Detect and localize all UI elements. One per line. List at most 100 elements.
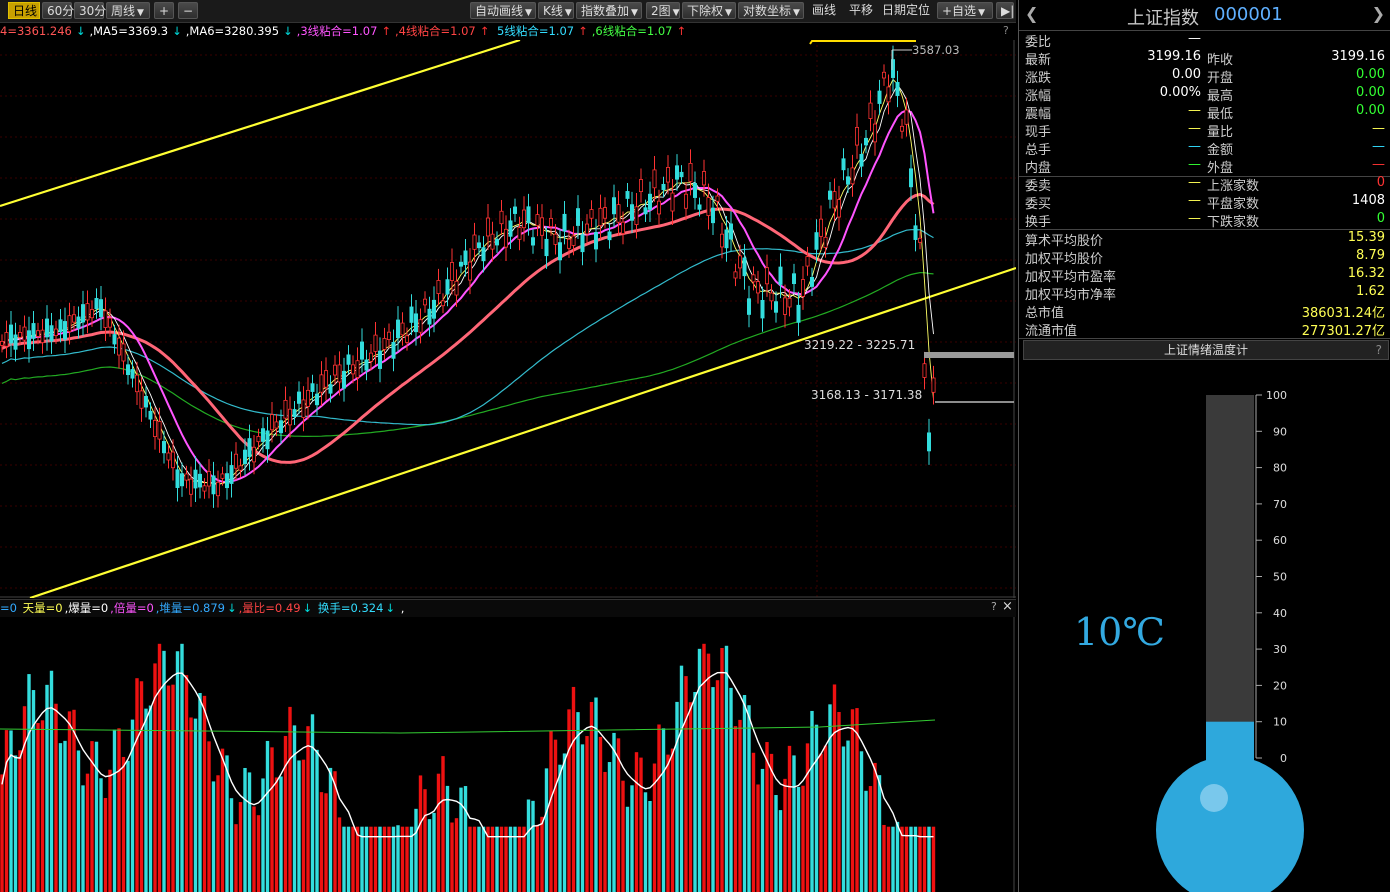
candlestick-chart[interactable]: 3587.03 3219.22 - 3225.71 3168.13 - 3171.3… <box>0 40 1016 598</box>
volume-bar <box>625 806 630 892</box>
candle <box>364 349 369 381</box>
quote-v2: 0.00 <box>1356 85 1385 100</box>
quote-v2: — <box>1372 139 1385 154</box>
main-help-button[interactable]: ? <box>1003 24 1009 37</box>
candle <box>436 268 441 306</box>
volume-bar <box>846 740 850 892</box>
volume-bar <box>13 755 18 892</box>
vol_legend-item: 换手=0.324 <box>314 601 384 615</box>
stat-row: 加权平均市净率 1.62 <box>1019 284 1390 303</box>
toolbar-item-8[interactable]: 指数叠加 ▼ <box>576 2 642 19</box>
toolbar-item-15[interactable]: +自选 ▼ <box>937 2 993 19</box>
prev-stock-icon[interactable]: ❮ <box>1025 4 1038 23</box>
candle <box>693 171 698 210</box>
gauge-help-button[interactable]: ? <box>1376 341 1382 359</box>
volume-bar <box>472 826 477 892</box>
gauge-tick-label: 30 <box>1273 643 1287 656</box>
candle <box>882 64 887 86</box>
toolbar-item-9[interactable]: 2图 ▼ <box>646 2 680 19</box>
quote-v2: 0.00 <box>1356 67 1385 82</box>
candle <box>850 154 855 197</box>
quote-k1: 换手 <box>1025 215 1052 230</box>
candle <box>783 284 788 328</box>
volume-bar <box>234 824 238 892</box>
volume-bar <box>675 701 679 892</box>
candle <box>670 179 675 225</box>
volume-bar <box>310 714 315 892</box>
volume-bar <box>81 785 85 892</box>
candle <box>355 347 360 391</box>
toolbar-item-0[interactable]: 日线 <box>8 2 40 19</box>
volume-bar <box>427 819 432 892</box>
volume-bar <box>216 775 220 892</box>
vol_legend-item: 天量=0 <box>18 601 63 615</box>
candle <box>188 466 193 507</box>
toolbar-item-5[interactable]: − <box>178 2 198 19</box>
volume-bar <box>121 756 126 892</box>
quote-v2: 0 <box>1376 211 1385 226</box>
toolbar-item-label: 60分 <box>47 4 75 18</box>
candle <box>99 286 104 331</box>
quote-k1: 现手 <box>1025 125 1052 140</box>
stat-value: 386031.24亿 <box>1301 306 1385 321</box>
volume-bar <box>337 817 342 892</box>
toolbar-item-1[interactable]: 60分 <box>42 2 75 19</box>
toolbar-item-12[interactable]: 画线 <box>808 2 842 19</box>
volume-bar <box>891 826 895 892</box>
volume-bar <box>54 703 58 892</box>
quote-row: 涨幅 0.00% 最高 0.00 <box>1019 85 1390 104</box>
volume-bar <box>31 690 36 892</box>
toolbar-item-3[interactable]: 周线 ▼ <box>106 2 150 19</box>
next-stock-icon[interactable]: ❯ <box>1372 4 1385 23</box>
toolbar-item-label: 对数坐标 <box>743 4 792 18</box>
candle <box>211 461 216 508</box>
candle <box>377 337 382 383</box>
volume-bar <box>900 826 904 892</box>
candle <box>742 244 747 290</box>
candle <box>341 357 346 402</box>
toolbar-item-4[interactable]: + <box>154 2 174 19</box>
ma-legend: 4=3361.246 ↓ ,MA5=3369.3 ↓ ,MA6=3280.395 ↓ ,3线… <box>0 23 1016 39</box>
toolbar-item-11[interactable]: 对数坐标 ▼ <box>738 2 804 19</box>
stat-value: 1.62 <box>1356 284 1385 299</box>
toolbar-item-label: 2图 <box>651 4 671 18</box>
stat-value: 15.39 <box>1347 230 1385 245</box>
volume-chart[interactable] <box>0 617 1016 892</box>
volume-bar <box>661 728 666 892</box>
volume-bar <box>882 824 886 892</box>
volume-bar <box>40 720 45 892</box>
volume-bar <box>432 812 436 892</box>
quote-k2: 下跌家数 <box>1207 215 1260 230</box>
volume-bar <box>571 686 576 892</box>
toolbar-item-13[interactable]: 平移 <box>845 2 875 19</box>
volume-bar <box>540 816 544 892</box>
volume-bar <box>58 743 63 892</box>
chevron-down-icon: ▼ <box>137 8 144 18</box>
candle <box>639 168 644 203</box>
quote-row: 总手 — 金额 — <box>1019 139 1390 158</box>
ma_legend-item: ,MA5=3369.3 <box>89 24 169 38</box>
toolbar-item-7[interactable]: K线 ▼ <box>538 2 574 19</box>
volume-bar <box>657 724 661 892</box>
quote-v1: — <box>1188 157 1201 172</box>
volume-bar <box>355 826 360 892</box>
volume-help-button[interactable]: ? <box>991 600 997 613</box>
candle <box>274 413 279 437</box>
toolbar-item-6[interactable]: 自动画线 ▼ <box>470 2 536 19</box>
toolbar-item-16[interactable]: ▶| <box>996 2 1014 19</box>
toolbar-item-14[interactable]: 日期定位 <box>878 2 934 19</box>
candle <box>805 246 810 276</box>
volume-bar <box>720 647 724 892</box>
candle <box>837 185 842 231</box>
volume-bar <box>27 674 31 892</box>
candle <box>368 343 373 371</box>
volume-close-button[interactable]: × <box>1002 599 1013 614</box>
quote-row: 委卖 — 上涨家数 0 <box>1019 175 1390 194</box>
volume-bar <box>256 815 261 892</box>
toolbar-item-10[interactable]: 下除权 ▼ <box>682 2 736 19</box>
toolbar-item-2[interactable]: 30分 <box>74 2 106 19</box>
candle <box>445 267 450 307</box>
volume-bar <box>535 824 540 892</box>
toolbar-item-label: 指数叠加 <box>581 4 630 18</box>
candle <box>121 330 126 375</box>
